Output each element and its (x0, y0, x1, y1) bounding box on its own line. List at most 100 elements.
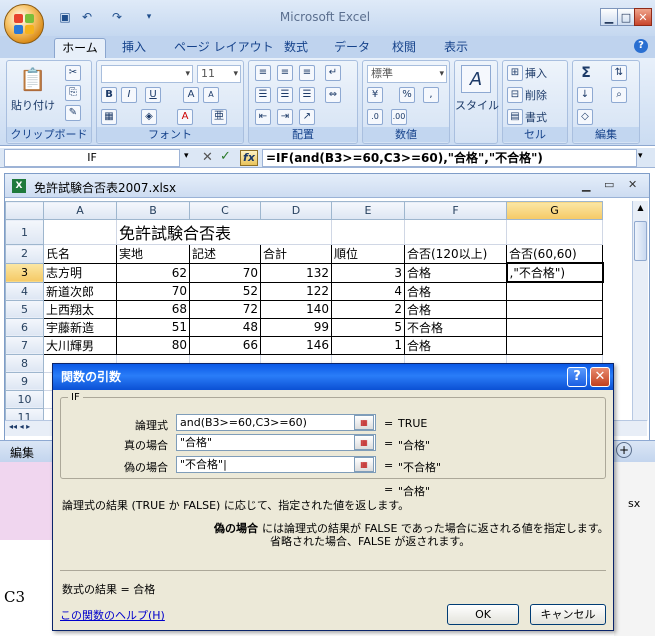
wb-close-icon[interactable]: ✕ (628, 178, 637, 191)
col-header[interactable]: A (43, 201, 117, 220)
tab-insert[interactable]: 挿入 (116, 38, 152, 58)
cell[interactable] (331, 219, 405, 245)
fill-color-icon[interactable]: ◈ (141, 109, 157, 125)
merge-center-icon[interactable]: ⇔ (325, 87, 341, 103)
align-middle-icon[interactable]: ≡ (277, 65, 293, 81)
cell[interactable]: 72 (189, 299, 261, 319)
cell[interactable]: 不合格 (404, 317, 507, 337)
phonetic-icon[interactable]: 亜 (211, 109, 227, 125)
cell[interactable] (506, 317, 603, 337)
font-size-combo[interactable]: 11 (197, 65, 241, 83)
undo-icon[interactable]: ↶ (78, 8, 96, 26)
cell[interactable]: 70 (116, 281, 190, 301)
align-left-icon[interactable]: ☰ (255, 87, 271, 103)
collapse-dialog-icon[interactable]: ▦ (354, 435, 374, 450)
sort-filter-icon[interactable]: ⇅ (611, 65, 627, 81)
format-cells-icon[interactable]: ▤ (507, 109, 523, 125)
header-cell[interactable]: 合計 (260, 244, 332, 264)
autosum-icon[interactable]: Σ (577, 65, 595, 81)
tab-data[interactable]: データ (328, 38, 376, 58)
expand-formula-icon[interactable]: ▾ (638, 151, 650, 165)
office-button[interactable] (4, 4, 44, 44)
font-color-icon[interactable]: A (177, 109, 193, 125)
cell[interactable]: 2 (331, 299, 405, 319)
copy-icon[interactable]: ⎘ (65, 85, 81, 101)
cell[interactable] (404, 219, 507, 245)
cell[interactable] (43, 219, 117, 245)
orientation-icon[interactable]: ↗ (299, 109, 315, 125)
cell[interactable]: 合格 (404, 299, 507, 319)
enter-icon[interactable]: ✓ (220, 149, 231, 164)
paste-button[interactable]: 貼り付け (9, 97, 57, 113)
header-cell[interactable]: 実地 (116, 244, 190, 264)
name-box[interactable]: IF (4, 149, 180, 167)
row-header[interactable]: 7 (5, 335, 44, 355)
cell[interactable]: 51 (116, 317, 190, 337)
formula-input[interactable]: =IF(and(B3>=60,C3>=60),"合格","不合格") (262, 149, 637, 167)
row-header[interactable]: 3 (5, 262, 44, 283)
cut-icon[interactable]: ✂ (65, 65, 81, 81)
wb-minimize-icon[interactable]: ▁ (582, 179, 590, 192)
delete-button[interactable]: 削除 (525, 87, 565, 103)
insert-button[interactable]: 挿入 (525, 65, 565, 81)
arg-input-true[interactable]: "合格" (176, 434, 376, 451)
increase-decimal-icon[interactable]: .0 (367, 109, 383, 125)
align-bottom-icon[interactable]: ≡ (299, 65, 315, 81)
cell[interactable]: 4 (331, 281, 405, 301)
qat-customize-icon[interactable]: ▾ (140, 8, 158, 26)
cell[interactable]: 62 (116, 262, 190, 283)
scroll-up-icon[interactable]: ▲ (634, 203, 647, 217)
col-header[interactable]: G (506, 201, 603, 220)
row-header[interactable]: 9 (5, 371, 44, 391)
close-icon[interactable]: ✕ (634, 8, 652, 26)
vertical-scrollbar[interactable]: ▲ (632, 201, 648, 421)
cell[interactable]: 70 (189, 262, 261, 283)
bold-icon[interactable]: B (101, 87, 117, 103)
ok-button[interactable]: OK (447, 604, 519, 625)
row-header[interactable]: 5 (5, 299, 44, 319)
cell[interactable]: 合格 (404, 281, 507, 301)
delete-cells-icon[interactable]: ⊟ (507, 87, 523, 103)
cell[interactable]: 大川輝男 (43, 335, 117, 355)
align-right-icon[interactable]: ☰ (299, 87, 315, 103)
vertical-scroll-thumb[interactable] (634, 221, 647, 261)
col-header[interactable]: D (260, 201, 332, 220)
col-header[interactable]: F (404, 201, 507, 220)
tab-page-layout[interactable]: ページ レイアウト (168, 38, 280, 58)
format-button[interactable]: 書式 (525, 109, 565, 125)
font-name-combo[interactable] (101, 65, 193, 83)
col-header[interactable]: E (331, 201, 405, 220)
dialog-close-icon[interactable]: ✕ (590, 367, 610, 387)
styles-button[interactable]: スタイル (455, 97, 499, 113)
cell[interactable]: 80 (116, 335, 190, 355)
row-header[interactable]: 10 (5, 389, 44, 409)
decrease-decimal-icon[interactable]: .00 (391, 109, 407, 125)
cell[interactable]: 122 (260, 281, 332, 301)
dialog-help-icon[interactable]: ? (567, 367, 587, 387)
styles-icon[interactable]: A (461, 65, 491, 93)
row-header[interactable]: 4 (5, 281, 44, 301)
cancel-entry-icon[interactable]: ✕ (202, 150, 213, 165)
increase-indent-icon[interactable]: ⇥ (277, 109, 293, 125)
cell[interactable]: 66 (189, 335, 261, 355)
row-header[interactable]: 8 (5, 353, 44, 373)
align-top-icon[interactable]: ≡ (255, 65, 271, 81)
collapse-dialog-icon[interactable]: ▦ (354, 415, 374, 430)
italic-icon[interactable]: I (121, 87, 137, 103)
align-center-icon[interactable]: ☰ (277, 87, 293, 103)
header-cell[interactable]: 記述 (189, 244, 261, 264)
cell[interactable] (506, 219, 603, 245)
wrap-text-icon[interactable]: ↵ (325, 65, 341, 81)
name-box-dropdown-icon[interactable]: ▾ (184, 151, 196, 165)
active-cell[interactable]: ,"不合格") (505, 262, 604, 283)
paste-icon[interactable]: 📋 (13, 65, 53, 95)
currency-icon[interactable]: ¥ (367, 87, 383, 103)
tab-view[interactable]: 表示 (438, 38, 474, 58)
header-cell[interactable]: 順位 (331, 244, 405, 264)
row-header[interactable]: 6 (5, 317, 44, 337)
sheet-title-cell[interactable]: 免許試験合否表 (116, 219, 332, 245)
wb-restore-icon[interactable]: ▭ (604, 178, 614, 191)
cell[interactable]: 合格 (404, 335, 507, 355)
grow-font-icon[interactable]: A (183, 87, 199, 103)
minimize-icon[interactable]: ▁ (600, 8, 618, 26)
